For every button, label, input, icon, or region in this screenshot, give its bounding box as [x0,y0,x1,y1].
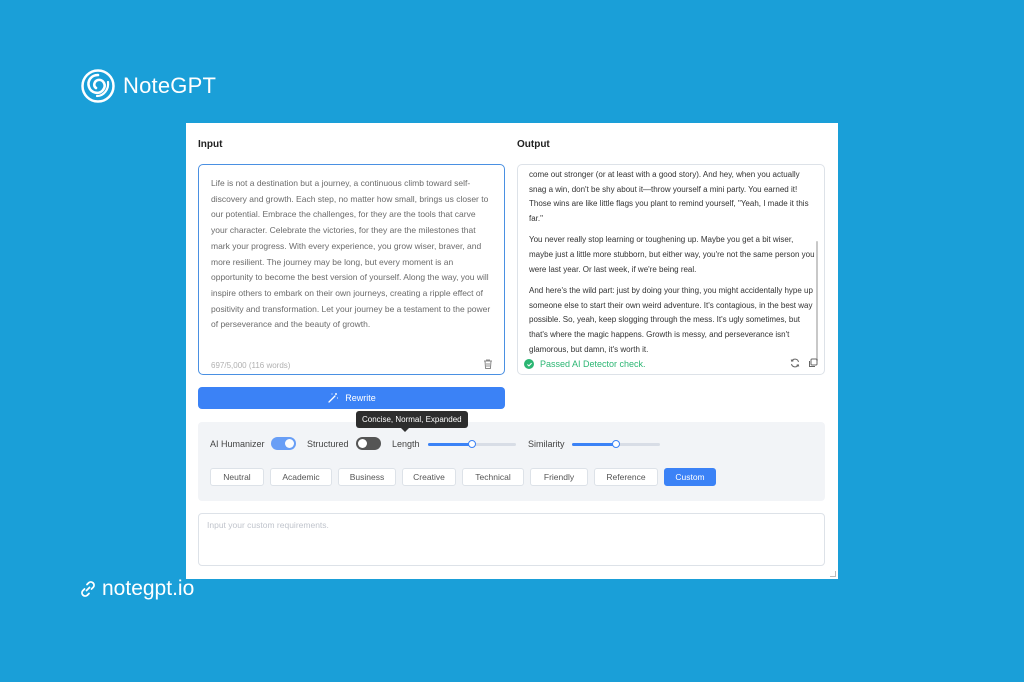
resize-handle[interactable] [830,571,836,577]
output-text[interactable]: come out stronger (or at least with a go… [518,168,816,364]
structured-label: Structured [307,439,349,449]
output-actions [790,358,818,368]
length-slider-thumb[interactable] [468,440,476,448]
link-icon [81,581,95,597]
ai-humanizer-toggle[interactable] [271,437,296,450]
similarity-label: Similarity [528,439,565,449]
refresh-icon[interactable] [790,358,800,368]
copy-icon[interactable] [808,358,818,368]
toggle-knob [358,439,367,448]
ai-humanizer-label: AI Humanizer [210,439,265,449]
mode-reference[interactable]: Reference [594,468,658,486]
ai-detector-status-text: Passed AI Detector check. [540,359,646,369]
settings-panel: AI Humanizer Structured Length Similarit… [198,422,825,501]
output-scrollbar[interactable] [816,241,818,361]
similarity-slider-thumb[interactable] [612,440,620,448]
magic-wand-icon [328,393,339,403]
mode-technical[interactable]: Technical [462,468,524,486]
length-label: Length [392,439,420,449]
swirl-logo-icon [81,69,115,103]
structured-toggle[interactable] [356,437,381,450]
input-title: Input [198,139,223,150]
site-url: notegpt.io [102,577,195,600]
rewrite-button[interactable]: Rewrite [198,387,505,409]
mode-business[interactable]: Business [338,468,396,486]
mode-buttons: Neutral Academic Business Creative Techn… [210,468,716,486]
rewriter-panel: Input Output Life is not a destination b… [186,123,838,579]
mode-academic[interactable]: Academic [270,468,332,486]
length-tooltip: Concise, Normal, Expanded [356,411,468,432]
toggle-knob [285,439,294,448]
trash-icon[interactable] [482,358,494,370]
mode-creative[interactable]: Creative [402,468,456,486]
brand-name: NoteGPT [123,73,217,98]
output-title: Output [517,139,550,150]
mode-custom[interactable]: Custom [664,468,716,486]
length-slider[interactable] [428,440,516,448]
site-link[interactable]: notegpt.io [78,577,194,601]
input-textarea[interactable]: Life is not a destination but a journey,… [198,164,505,375]
brand: NoteGPT [81,69,216,103]
output-panel: come out stronger (or at least with a go… [517,164,825,375]
similarity-slider-fill [572,443,616,446]
check-circle-icon [524,359,534,369]
output-paragraph: And here's the wild part: just by doing … [529,286,813,354]
similarity-slider[interactable] [572,440,660,448]
char-count: 697/5,000 (116 words) [211,361,291,370]
input-text[interactable]: Life is not a destination but a journey,… [211,176,494,333]
ai-detector-status: Passed AI Detector check. [524,359,646,369]
rewrite-label: Rewrite [345,393,376,403]
mode-friendly[interactable]: Friendly [530,468,588,486]
custom-requirements-input[interactable] [198,513,825,566]
length-slider-fill [428,443,472,446]
mode-neutral[interactable]: Neutral [210,468,264,486]
output-paragraph: You never really stop learning or toughe… [529,235,815,274]
output-paragraph: come out stronger (or at least with a go… [529,170,809,223]
